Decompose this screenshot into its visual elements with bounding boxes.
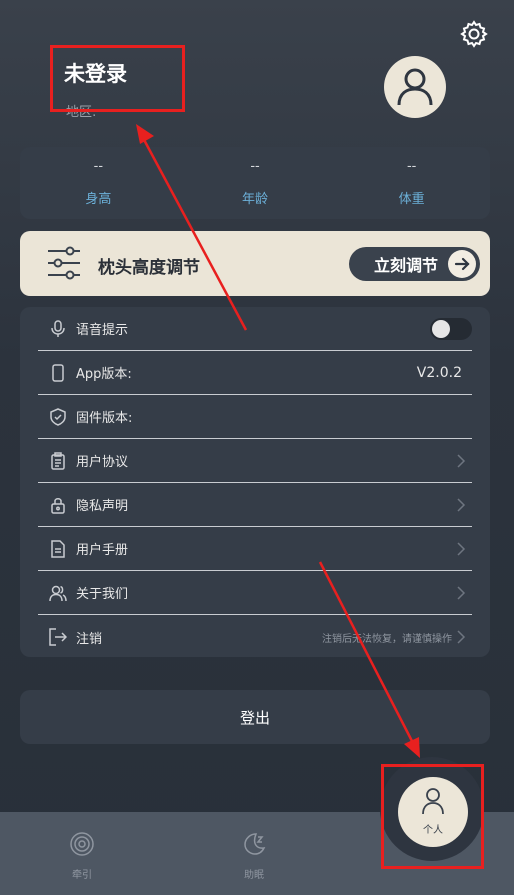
settings-gear-icon[interactable] [458, 18, 490, 50]
logout-button[interactable]: 登出 [20, 690, 490, 744]
weight-label: 体重 [398, 192, 425, 207]
chevron-right-icon [457, 586, 466, 600]
body-stats-card: -- 身高 -- 年龄 -- 体重 [20, 147, 490, 219]
about-us-label: 关于我们 [76, 587, 129, 602]
user-icon [397, 68, 433, 106]
pillow-title: 枕头高度调节 [98, 258, 200, 278]
user-manual-label: 用户手册 [76, 543, 129, 558]
app-version-label: App版本: [76, 367, 132, 382]
settings-list: 语音提示 App版本: V2.0.2 固件版本: 用户协议 隐私声明 用户手册 … [20, 307, 490, 657]
age-value: -- [250, 159, 260, 174]
voice-prompt-row[interactable]: 语音提示 [38, 307, 472, 351]
user-name[interactable]: 未登录 [64, 58, 127, 88]
firmware-version-row: 固件版本: [38, 395, 472, 439]
users-icon [48, 583, 68, 603]
tab-personal-label: 个人 [423, 825, 443, 836]
cancel-account-note: 注销后无法恢复，请谨慎操作 [322, 633, 452, 645]
moon-icon [244, 833, 266, 855]
chevron-right-icon [457, 542, 466, 556]
clipboard-icon [48, 451, 68, 471]
shield-check-icon [48, 407, 68, 427]
cancel-account-label: 注销 [76, 631, 103, 647]
app-version-value: V2.0.2 [416, 364, 462, 381]
avatar[interactable] [384, 56, 446, 118]
document-icon [48, 539, 68, 559]
weight-value: -- [406, 159, 417, 174]
toggle-knob [432, 320, 450, 338]
annotation-arrowhead-up [136, 124, 154, 144]
user-manual-row[interactable]: 用户手册 [38, 527, 472, 571]
tab-traction[interactable]: 牵引 [52, 832, 112, 881]
tab-sleep[interactable]: 助眠 [224, 832, 284, 881]
region-label: 地区: [66, 105, 97, 120]
about-us-row[interactable]: 关于我们 [38, 571, 472, 615]
pillow-height-card[interactable]: 枕头高度调节 立刻调节 [20, 231, 490, 296]
voice-prompt-toggle[interactable] [430, 318, 472, 340]
logout-arrow-icon [48, 627, 68, 647]
age-label: 年龄 [242, 192, 269, 207]
chevron-right-icon [457, 454, 466, 468]
sliders-icon [48, 246, 80, 280]
height-label: 身高 [85, 192, 112, 207]
stat-height[interactable]: -- 身高 [20, 147, 177, 219]
microphone-icon [48, 319, 68, 339]
adjust-now-label: 立刻调节 [374, 256, 439, 275]
height-value: -- [93, 159, 104, 174]
user-agreement-label: 用户协议 [76, 455, 129, 470]
tab-personal[interactable]: 个人 [398, 777, 468, 847]
phone-icon [48, 363, 68, 383]
signal-rings-icon [70, 832, 94, 856]
lock-icon [48, 495, 68, 515]
tab-sleep-label: 助眠 [244, 870, 264, 881]
app-version-row: App版本: V2.0.2 [38, 351, 472, 395]
person-icon [422, 788, 444, 815]
chevron-right-icon [457, 630, 466, 644]
user-agreement-row[interactable]: 用户协议 [38, 439, 472, 483]
stat-age[interactable]: -- 年龄 [177, 147, 334, 219]
chevron-right-icon [457, 498, 466, 512]
stat-weight[interactable]: -- 体重 [333, 147, 490, 219]
arrow-right-icon [448, 250, 476, 278]
cancel-account-row[interactable]: 注销 注销后无法恢复，请谨慎操作 [38, 615, 472, 659]
firmware-version-label: 固件版本: [76, 411, 133, 426]
adjust-now-button[interactable]: 立刻调节 [349, 247, 480, 281]
privacy-label: 隐私声明 [76, 499, 129, 514]
tab-traction-label: 牵引 [72, 870, 92, 881]
voice-prompt-label: 语音提示 [76, 323, 129, 338]
privacy-row[interactable]: 隐私声明 [38, 483, 472, 527]
